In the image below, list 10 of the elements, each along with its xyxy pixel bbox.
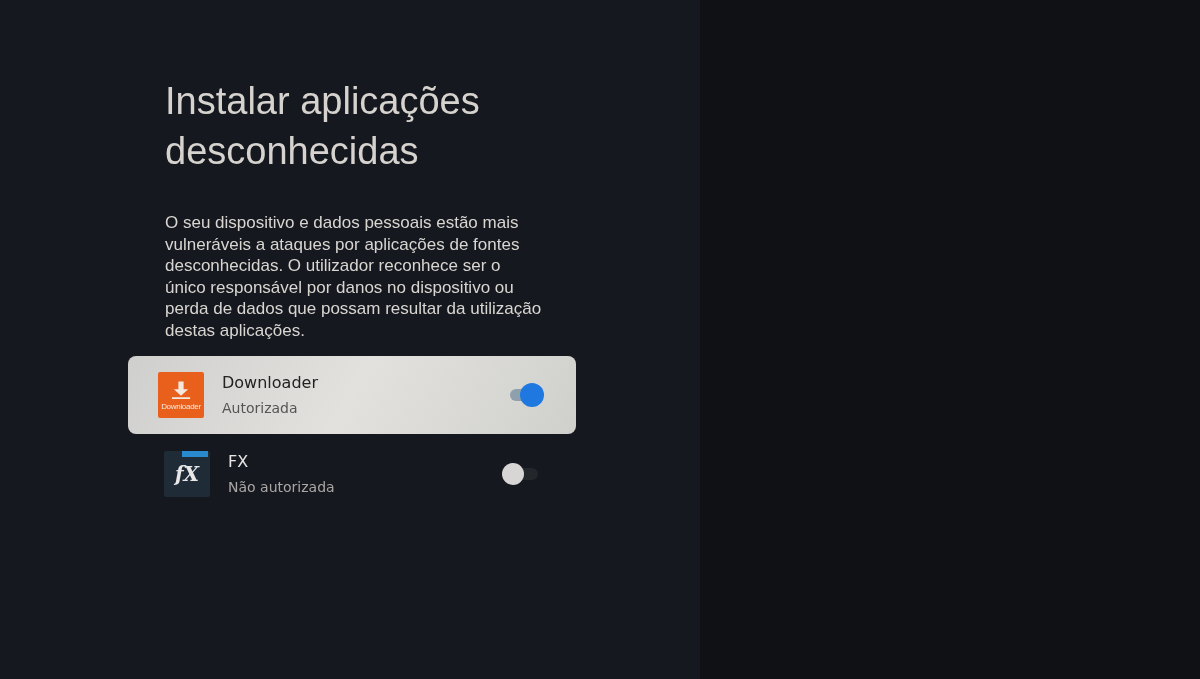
app-status: Não autorizada [228,479,336,496]
app-name: Downloader [222,373,319,393]
fx-app-icon: fX [164,450,210,497]
app-list-item[interactable]: fX FX Não autorizada [128,445,576,502]
warning-text: O seu dispositivo e dados pessoais estão mais vulneráveis a ataques por aplicações de fontes desconhecidas. O utilizador reconhece ser o único responsável por danos no dispositivo ou perda de dados que possam resultar da utilização destas aplicações. [165,212,543,342]
download-app-icon: Downloader [158,371,204,418]
app-name: FX [228,452,250,472]
app-status: Autorizada [222,400,299,417]
page-title: Instalar aplicações desconhecidas [165,79,481,174]
app-list-item[interactable]: Downloader Downloader Autorizada [128,355,576,434]
